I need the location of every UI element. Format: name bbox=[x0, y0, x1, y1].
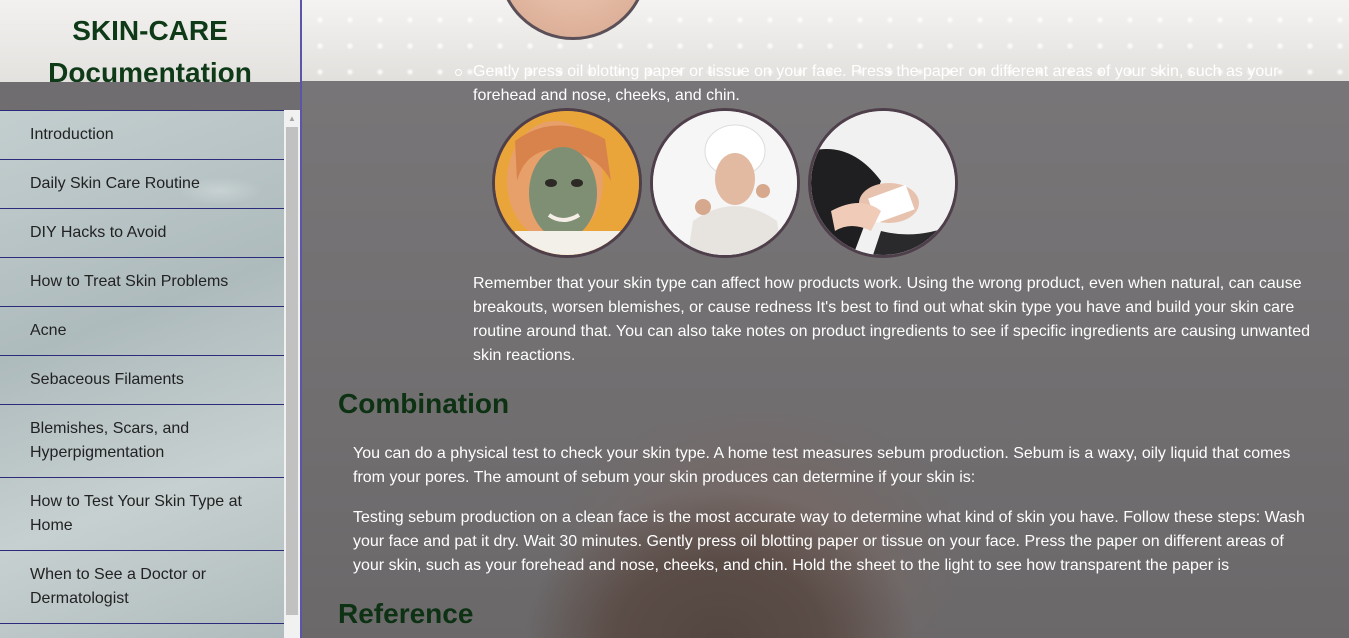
sidebar: SKIN-CARE Documentation Introduction Dai… bbox=[0, 0, 302, 638]
face-photo-circle bbox=[498, 0, 648, 40]
sidebar-header: SKIN-CARE Documentation bbox=[0, 0, 300, 88]
bullet-text: Gently press oil blotting paper or tissu… bbox=[473, 63, 1279, 104]
nav-item-sebaceous-filaments[interactable]: Sebaceous Filaments bbox=[0, 356, 284, 405]
nav-list: Introduction Daily Skin Care Routine DIY… bbox=[0, 110, 284, 638]
scroll-up-arrow-icon[interactable]: ▲ bbox=[284, 110, 300, 126]
section-heading-combination: Combination bbox=[338, 388, 510, 419]
nav-item-see-doctor[interactable]: When to See a Doctor or Dermatologist bbox=[0, 551, 284, 624]
remember-paragraph: Remember that your skin type can affect … bbox=[473, 275, 1310, 364]
combination-paragraph-2: Testing sebum production on a clean face… bbox=[353, 509, 1305, 574]
clay-mask-photo-icon bbox=[492, 108, 642, 258]
sidebar-scrollbar[interactable]: ▲ bbox=[284, 110, 300, 638]
towel-face-photo-icon bbox=[650, 108, 800, 258]
nav-item-test-skin-type[interactable]: How to Test Your Skin Type at Home bbox=[0, 478, 284, 551]
nav-item-treat-skin-problems[interactable]: How to Treat Skin Problems bbox=[0, 258, 284, 307]
nav-item-daily-skin-care-routine[interactable]: Daily Skin Care Routine bbox=[0, 160, 284, 209]
sidebar-header-band bbox=[0, 82, 300, 110]
list-item: Gently press oil blotting paper or tissu… bbox=[455, 60, 1313, 108]
nav-item-introduction[interactable]: Introduction bbox=[0, 111, 284, 160]
scrollbar-thumb[interactable] bbox=[286, 127, 298, 615]
nav-item-acne[interactable]: Acne bbox=[0, 307, 284, 356]
circle-bullet-icon bbox=[455, 69, 462, 76]
facial-treatment-photo-icon bbox=[808, 108, 958, 258]
nav-item-blemishes[interactable]: Blemishes, Scars, and Hyperpigmentation bbox=[0, 405, 284, 478]
main-content: Gently press oil blotting paper or tissu… bbox=[302, 0, 1349, 638]
combination-paragraph-1: You can do a physical test to check your… bbox=[353, 445, 1291, 486]
nav-item-diy-hacks[interactable]: DIY Hacks to Avoid bbox=[0, 209, 284, 258]
section-heading-reference: Reference bbox=[338, 598, 474, 629]
